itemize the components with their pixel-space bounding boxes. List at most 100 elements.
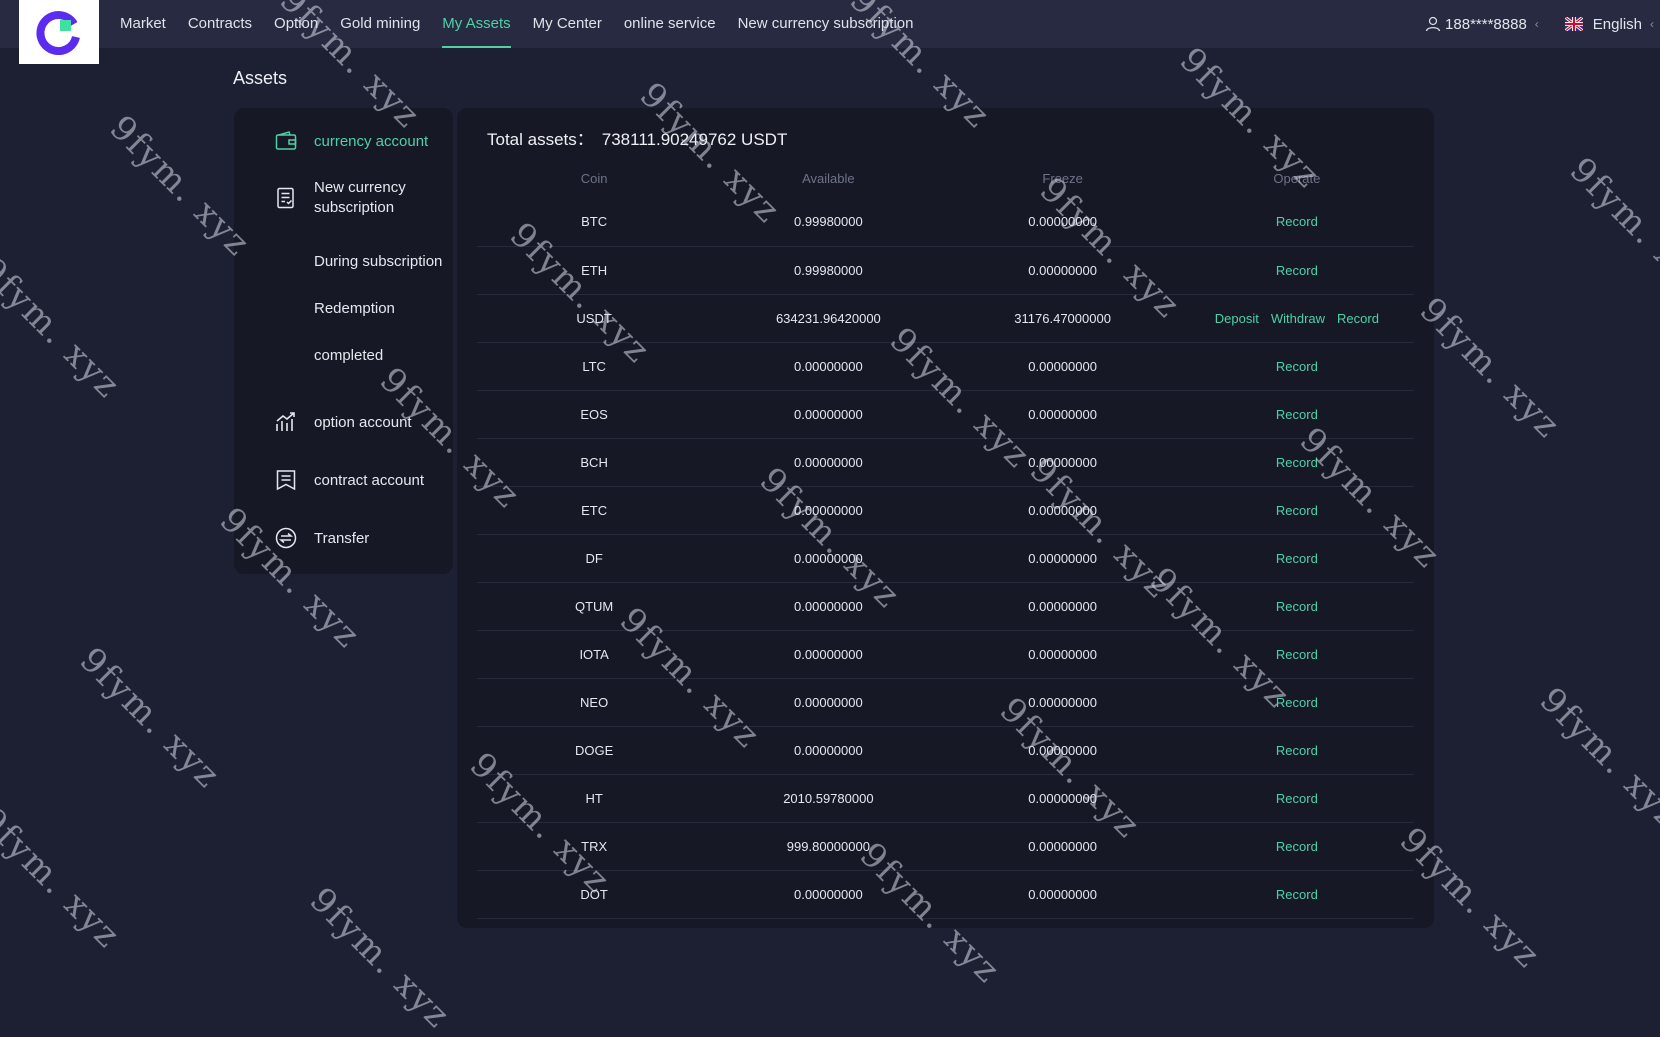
watermark-text: 9fym. xyz	[1411, 290, 1569, 447]
nav-item-my-center[interactable]: My Center	[533, 0, 602, 48]
sidebar-item-contract-account[interactable]: contract account	[274, 468, 424, 492]
nav-item-market[interactable]: Market	[120, 0, 166, 48]
cell-operate: Record	[1179, 630, 1414, 679]
cell-operate: Record	[1179, 870, 1414, 919]
sidebar-item-label: currency account	[314, 132, 429, 150]
cell-operate: Record	[1179, 246, 1414, 295]
language-selector[interactable]: English ‹	[1564, 16, 1654, 33]
table-row: DOT 0.00000000 0.00000000 Record	[477, 870, 1414, 919]
document-icon	[277, 187, 294, 209]
cell-freeze: 0.00000000	[945, 822, 1180, 871]
cell-available: 0.00000000	[711, 390, 946, 439]
record-link[interactable]: Record	[1337, 311, 1379, 326]
chevron-left-icon: ‹	[1534, 17, 1539, 31]
deposit-link[interactable]: Deposit	[1215, 311, 1259, 326]
record-link[interactable]: Record	[1276, 359, 1318, 374]
sidebar-subitem-during-subscription[interactable]: During subscription	[314, 253, 442, 270]
cell-freeze: 0.00000000	[945, 726, 1180, 775]
cell-freeze: 0.00000000	[945, 390, 1180, 439]
logo-icon	[36, 11, 80, 56]
record-link[interactable]: Record	[1276, 743, 1318, 758]
record-link[interactable]: Record	[1276, 647, 1318, 662]
assets-table: Coin Available Freeze Operate BTC 0.99980…	[477, 158, 1414, 919]
chevron-left-icon: ‹	[1650, 17, 1654, 31]
nav-item-contracts[interactable]: Contracts	[188, 0, 252, 48]
cell-operate: Record	[1179, 342, 1414, 391]
cell-coin: DF	[477, 534, 712, 583]
record-link[interactable]: Record	[1276, 839, 1318, 854]
record-link[interactable]: Record	[1276, 599, 1318, 614]
table-row: DF 0.00000000 0.00000000 Record	[477, 534, 1414, 583]
table-row: ETC 0.00000000 0.00000000 Record	[477, 486, 1414, 535]
cell-operate: Record	[1179, 726, 1414, 775]
total-assets: Total assets： 738111.90249762 USDT	[487, 125, 787, 150]
nav-item-gold-mining[interactable]: Gold mining	[340, 0, 420, 48]
cell-coin: TRX	[477, 822, 712, 871]
cell-freeze: 0.00000000	[945, 534, 1180, 583]
sidebar-subitem-redemption[interactable]: Redemption	[314, 300, 395, 317]
contract-icon	[276, 470, 296, 491]
cell-available: 0.99980000	[711, 246, 946, 295]
watermark-text: 9fym. xyz	[1561, 150, 1660, 307]
record-link[interactable]: Record	[1276, 695, 1318, 710]
cell-freeze: 0.00000000	[945, 198, 1180, 247]
cell-available: 0.00000000	[711, 534, 946, 583]
sidebar-item-transfer[interactable]: Transfer	[274, 526, 369, 550]
sidebar-item-option-account[interactable]: option account	[274, 410, 412, 434]
table-row: IOTA 0.00000000 0.00000000 Record	[477, 630, 1414, 679]
cell-available: 999.80000000	[711, 822, 946, 871]
record-link[interactable]: Record	[1276, 407, 1318, 422]
sidebar-item-currency-account[interactable]: currency account	[274, 129, 428, 153]
assets-table-body: BTC 0.99980000 0.00000000 Record ETH 0.999800…	[477, 198, 1414, 919]
cell-freeze: 0.00000000	[945, 870, 1180, 919]
cell-coin: ETC	[477, 486, 712, 535]
cell-freeze: 0.00000000	[945, 486, 1180, 535]
cell-freeze: 0.00000000	[945, 678, 1180, 727]
cell-freeze: 0.00000000	[945, 438, 1180, 487]
uk-flag-icon	[1564, 17, 1583, 31]
sidebar-subitem-completed[interactable]: completed	[314, 347, 383, 364]
brand-logo[interactable]	[19, 0, 99, 64]
cell-available: 634231.96420000	[711, 294, 946, 343]
column-header-freeze: Freeze	[1042, 170, 1083, 186]
record-link[interactable]: Record	[1276, 263, 1318, 278]
record-link[interactable]: Record	[1276, 551, 1318, 566]
nav-item-my-assets[interactable]: My Assets	[442, 0, 512, 48]
user-menu[interactable]: 188****8888 ‹	[1425, 16, 1539, 33]
watermark-text: 9fym. xyz	[1531, 680, 1660, 837]
record-link[interactable]: Record	[1276, 791, 1318, 806]
top-right-area: 188****8888 ‹ English ‹	[1425, 0, 1660, 48]
cell-freeze: 31176.47000000	[945, 294, 1180, 343]
withdraw-link[interactable]: Withdraw	[1271, 311, 1325, 326]
table-header-row: Coin Available Freeze Operate	[477, 158, 1414, 198]
user-phone: 188****8888	[1445, 15, 1527, 33]
cell-operate: Record	[1179, 678, 1414, 727]
sidebar-item-new-currency-subscription[interactable]: New currency subscription	[274, 178, 454, 218]
assets-sidebar: currency account New currency subscripti…	[234, 108, 453, 574]
table-row: BCH 0.00000000 0.00000000 Record	[477, 438, 1414, 487]
cell-operate: Deposit Withdraw Record	[1179, 294, 1414, 343]
cell-freeze: 0.00000000	[945, 342, 1180, 391]
watermark-text: 9fym. xyz	[71, 640, 229, 797]
transfer-icon	[275, 527, 297, 549]
nav-item-option[interactable]: Option	[274, 0, 318, 48]
table-row: NEO 0.00000000 0.00000000 Record	[477, 678, 1414, 727]
main-nav: Market Contracts Option Gold mining My Asset…	[120, 0, 935, 48]
nav-item-new-currency-subscription[interactable]: New currency subscription	[738, 0, 914, 48]
total-assets-value: 738111.90249762 USDT	[601, 130, 788, 149]
record-link[interactable]: Record	[1276, 887, 1318, 902]
cell-available: 0.00000000	[711, 630, 946, 679]
cell-available: 0.99980000	[711, 198, 946, 247]
wallet-icon	[275, 131, 297, 150]
cell-coin: NEO	[477, 678, 712, 727]
watermark-text: 9fym. xyz	[0, 800, 129, 957]
cell-operate: Record	[1179, 774, 1414, 823]
record-link[interactable]: Record	[1276, 455, 1318, 470]
watermark-text: 9fym. xyz	[301, 880, 459, 1037]
sidebar-item-label: contract account	[314, 471, 425, 489]
cell-coin: IOTA	[477, 630, 712, 679]
record-link[interactable]: Record	[1276, 503, 1318, 518]
nav-item-online-service[interactable]: online service	[624, 0, 716, 48]
record-link[interactable]: Record	[1276, 214, 1318, 229]
sidebar-item-label: Transfer	[314, 529, 370, 547]
